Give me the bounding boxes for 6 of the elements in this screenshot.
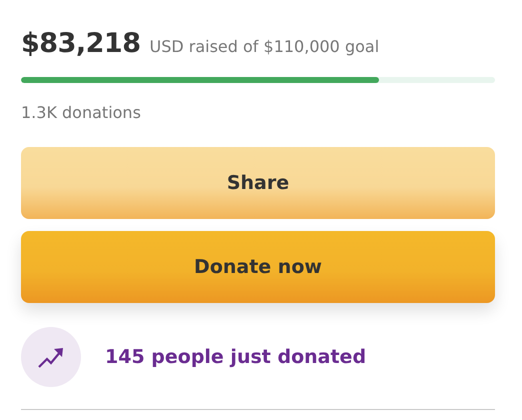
donate-button[interactable]: Donate now xyxy=(21,231,495,303)
share-button[interactable]: Share xyxy=(21,147,495,219)
raised-amount: $83,218 xyxy=(21,28,140,59)
goal-text: USD raised of $110,000 goal xyxy=(149,37,380,56)
donation-count: 1.3K donations xyxy=(21,103,142,122)
recent-donations-text: 145 people just donated xyxy=(105,346,366,368)
